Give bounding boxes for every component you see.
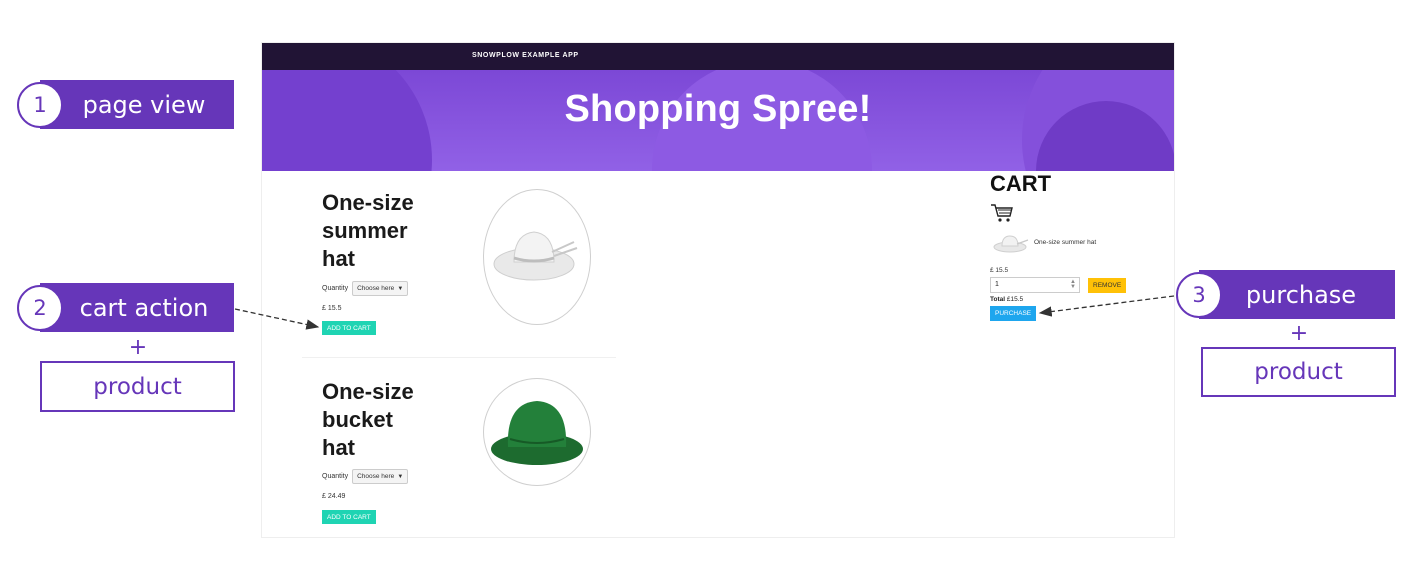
chevron-down-icon: ▼: [397, 285, 404, 292]
white-sun-hat-illustration: [493, 231, 578, 281]
cart-total-value: £15.5: [1006, 296, 1024, 303]
chevron-down-icon: ▼: [397, 473, 404, 480]
quantity-label: Quantity: [322, 285, 349, 292]
cart-title: CART: [990, 171, 1052, 196]
quantity-select[interactable]: Choose here ▼: [352, 281, 409, 296]
quantity-row: Quantity Choose here ▼: [322, 469, 409, 484]
callout-number-1: 1: [17, 82, 63, 128]
purchase-button[interactable]: PURCHASE: [990, 306, 1037, 321]
hero-title: Shopping Spree!: [564, 88, 872, 130]
product-divider: [302, 357, 616, 358]
quantity-spinner-icon[interactable]: ▲ ▼: [1070, 279, 1076, 290]
hero-banner: Shopping Spree!: [262, 70, 1174, 171]
cart-total: Total £15.5: [990, 296, 1023, 303]
product-title: One-size summer hat: [322, 189, 414, 273]
product-price: £ 15.5: [322, 305, 342, 312]
product-title-line: summer: [322, 218, 408, 243]
cart-action-label: cart action: [79, 293, 209, 322]
purchase-plus: +: [1289, 321, 1309, 346]
cart-quantity-input[interactable]: 1 ▲ ▼: [990, 277, 1080, 293]
product-title-line: One-size: [322, 190, 414, 215]
summer-hat-image: [483, 189, 591, 325]
quantity-select-value: Choose here: [357, 473, 395, 480]
quantity-label: Quantity: [322, 473, 349, 480]
remove-label: REMOVE: [1093, 282, 1122, 289]
add-to-cart-button[interactable]: ADD TO CART: [322, 321, 376, 335]
app-frame: SNOWPLOW EXAMPLE APP Shopping Spree! One…: [261, 42, 1175, 538]
add-to-cart-label: ADD TO CART: [327, 324, 371, 332]
product-title-line: hat: [322, 435, 355, 460]
callout-number-2: 2: [17, 285, 63, 331]
purchase-label: PURCHASE: [995, 310, 1032, 317]
page-view-label: page view: [82, 90, 206, 119]
cart-total-label: Total: [990, 296, 1006, 303]
shopping-cart-icon: [990, 203, 1014, 228]
cart-action-callout: cart action: [40, 283, 234, 332]
purchase-callout-label: purchase: [1245, 280, 1357, 309]
green-bucket-hat-illustration: [491, 401, 583, 465]
add-to-cart-label: ADD TO CART: [327, 513, 371, 521]
cart-quantity-value: 1: [995, 281, 999, 288]
quantity-row: Quantity Choose here ▼: [322, 281, 409, 296]
remove-button[interactable]: REMOVE: [1088, 278, 1127, 293]
quantity-select-value: Choose here: [357, 285, 395, 292]
product-title-line: hat: [322, 246, 355, 271]
app-brand[interactable]: SNOWPLOW EXAMPLE APP: [472, 52, 579, 59]
top-nav-bar: SNOWPLOW EXAMPLE APP: [262, 43, 1174, 70]
product-title-line: bucket: [322, 407, 393, 432]
product-title: One-size bucket hat: [322, 378, 414, 462]
product-price: £ 24.49: [322, 493, 346, 500]
page-view-callout: page view: [40, 80, 234, 129]
add-to-cart-button[interactable]: ADD TO CART: [322, 510, 376, 524]
product-title-line: One-size: [322, 379, 414, 404]
cart-item-price: £ 15.5: [990, 267, 1009, 274]
quantity-select[interactable]: Choose here ▼: [352, 469, 409, 484]
callout-number-3: 3: [1176, 272, 1222, 318]
bucket-hat-image: [483, 378, 591, 486]
purchase-callout: purchase: [1199, 270, 1395, 319]
purchase-context-box: product: [1201, 347, 1396, 397]
cart-item-name: One-size summer hat: [1034, 239, 1097, 246]
cart-action-plus: +: [128, 335, 148, 360]
cart-action-context-box: product: [40, 361, 235, 412]
cart-item-thumbnail: [992, 233, 1032, 260]
